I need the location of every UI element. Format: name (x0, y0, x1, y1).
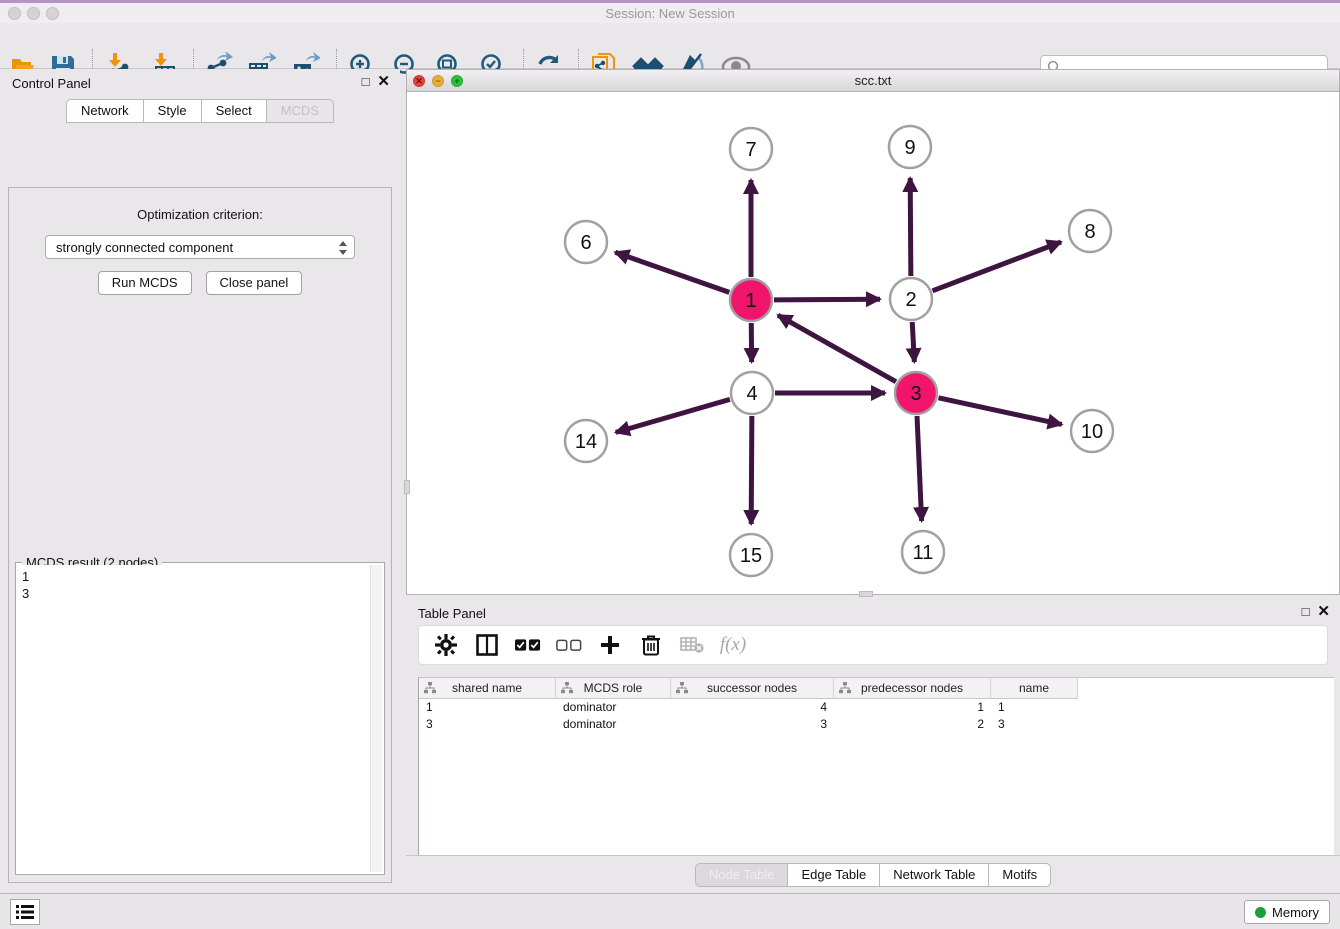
scrollbar-track[interactable] (370, 565, 382, 872)
edge-2-9[interactable] (910, 178, 911, 276)
mcds-result-group: MCDS result (2 nodes) 1 3 (15, 562, 385, 875)
edge-2-3[interactable] (912, 322, 914, 362)
table-cell[interactable]: dominator (556, 716, 671, 733)
create-column-plus-icon[interactable] (597, 632, 623, 658)
table-cell[interactable]: 4 (671, 699, 834, 716)
table-cell[interactable]: 3 (671, 716, 834, 733)
splitter-handle[interactable] (859, 591, 873, 597)
memory-label: Memory (1272, 905, 1319, 920)
table-cell[interactable]: 1 (419, 699, 556, 716)
memory-status-icon (1255, 907, 1266, 918)
network-view-window: ✕ − + scc.txt 7 9 6 8 1 2 4 3 14 10 15 11 (406, 69, 1340, 595)
table-row[interactable]: 3dominator323 (419, 716, 1334, 733)
splitter-handle[interactable] (404, 480, 410, 494)
close-panel-icon[interactable]: ✕ (377, 74, 390, 90)
table-options-gear-icon[interactable] (433, 632, 459, 658)
mcds-result-text[interactable]: 1 3 (18, 565, 370, 872)
node-label-7: 7 (745, 139, 756, 161)
node-label-9: 9 (904, 137, 915, 159)
edge-3-11[interactable] (917, 416, 922, 521)
node-label-6: 6 (580, 232, 591, 254)
edge-1-6[interactable] (615, 252, 729, 292)
delete-table-icon (679, 632, 705, 658)
control-tab-select[interactable]: Select (201, 99, 266, 123)
show-column-panel-icon[interactable] (474, 632, 500, 658)
edge-1-2[interactable] (774, 299, 880, 300)
table-tab-node-table[interactable]: Node Table (695, 863, 788, 887)
main-toolbar (0, 23, 1340, 69)
column-header-predecessor-nodes[interactable]: predecessor nodes (834, 678, 991, 699)
table-cell[interactable]: 3 (991, 716, 1078, 733)
table-cell[interactable]: 2 (834, 716, 991, 733)
main-titlebar: Session: New Session (0, 3, 1340, 23)
node-table: shared nameMCDS rolesuccessor nodesprede… (418, 677, 1334, 855)
run-mcds-button[interactable]: Run MCDS (98, 271, 192, 295)
node-label-11: 11 (913, 542, 934, 564)
table-panel-title: Table Panel (418, 606, 486, 621)
node-label-8: 8 (1084, 221, 1095, 243)
control-panel-title: Control Panel (12, 76, 91, 91)
edge-4-15[interactable] (751, 416, 752, 524)
control-tab-style[interactable]: Style (143, 99, 201, 123)
float-panel-icon[interactable]: □ (1302, 604, 1310, 620)
edge-2-8[interactable] (933, 242, 1062, 291)
function-builder-icon: f(x) (720, 632, 746, 658)
table-toolbar: f(x) (418, 625, 1328, 665)
node-label-1: 1 (745, 290, 756, 312)
select-all-columns-icon[interactable] (515, 632, 541, 658)
node-label-2: 2 (905, 289, 916, 311)
edge-4-14[interactable] (616, 399, 730, 432)
edge-3-1[interactable] (778, 315, 896, 381)
column-header-successor-nodes[interactable]: successor nodes (671, 678, 834, 699)
selected-option: strongly connected component (56, 240, 233, 255)
task-history-button[interactable] (10, 899, 40, 925)
network-window-titlebar[interactable]: ✕ − + scc.txt (407, 70, 1339, 92)
node-label-14: 14 (575, 431, 597, 453)
table-panel: Table Panel □ ✕ (406, 599, 1340, 893)
table-tabs-bar: Node TableEdge TableNetwork TableMotifs (406, 855, 1340, 893)
column-header-name[interactable]: name (991, 678, 1078, 699)
application-window: Session: New Session (0, 0, 1340, 926)
control-tab-mcds[interactable]: MCDS (266, 99, 334, 123)
network-canvas[interactable]: 7 9 6 8 1 2 4 3 14 10 15 11 (407, 92, 1339, 594)
table-cell[interactable]: dominator (556, 699, 671, 716)
memory-button[interactable]: Memory (1244, 900, 1330, 924)
mcds-panel: Optimization criterion: strongly connect… (8, 187, 392, 883)
column-header-shared-name[interactable]: shared name (419, 678, 556, 699)
table-tab-motifs[interactable]: Motifs (988, 863, 1051, 887)
optimization-criterion-label: Optimization criterion: (9, 207, 391, 222)
chevron-updown-icon (338, 240, 348, 261)
status-bar: Memory (0, 893, 1340, 929)
float-panel-icon[interactable]: □ (362, 74, 370, 90)
deselect-all-columns-icon[interactable] (556, 632, 582, 658)
close-panel-icon[interactable]: ✕ (1317, 604, 1330, 620)
list-icon (16, 904, 34, 920)
network-title: scc.txt (407, 73, 1339, 88)
control-panel: Control Panel □ ✕ NetworkStyleSelectMCDS… (0, 69, 400, 893)
session-title: Session: New Session (0, 6, 1340, 21)
table-cell[interactable]: 1 (991, 699, 1078, 716)
edge-3-10[interactable] (938, 398, 1061, 425)
close-panel-button[interactable]: Close panel (206, 271, 303, 295)
column-header-MCDS-role[interactable]: MCDS role (556, 678, 671, 699)
control-panel-tabs: NetworkStyleSelectMCDS (0, 99, 400, 123)
delete-column-trash-icon[interactable] (638, 632, 664, 658)
table-tab-network-table[interactable]: Network Table (879, 863, 988, 887)
control-tab-network[interactable]: Network (66, 99, 143, 123)
table-row[interactable]: 1dominator411 (419, 699, 1334, 716)
node-label-4: 4 (746, 383, 757, 405)
table-cell[interactable]: 3 (419, 716, 556, 733)
node-label-10: 10 (1081, 421, 1103, 443)
table-cell[interactable]: 1 (834, 699, 991, 716)
node-label-15: 15 (740, 545, 762, 567)
node-label-3: 3 (910, 383, 921, 405)
table-tab-edge-table[interactable]: Edge Table (787, 863, 879, 887)
optimization-criterion-select[interactable]: strongly connected component (45, 235, 355, 259)
